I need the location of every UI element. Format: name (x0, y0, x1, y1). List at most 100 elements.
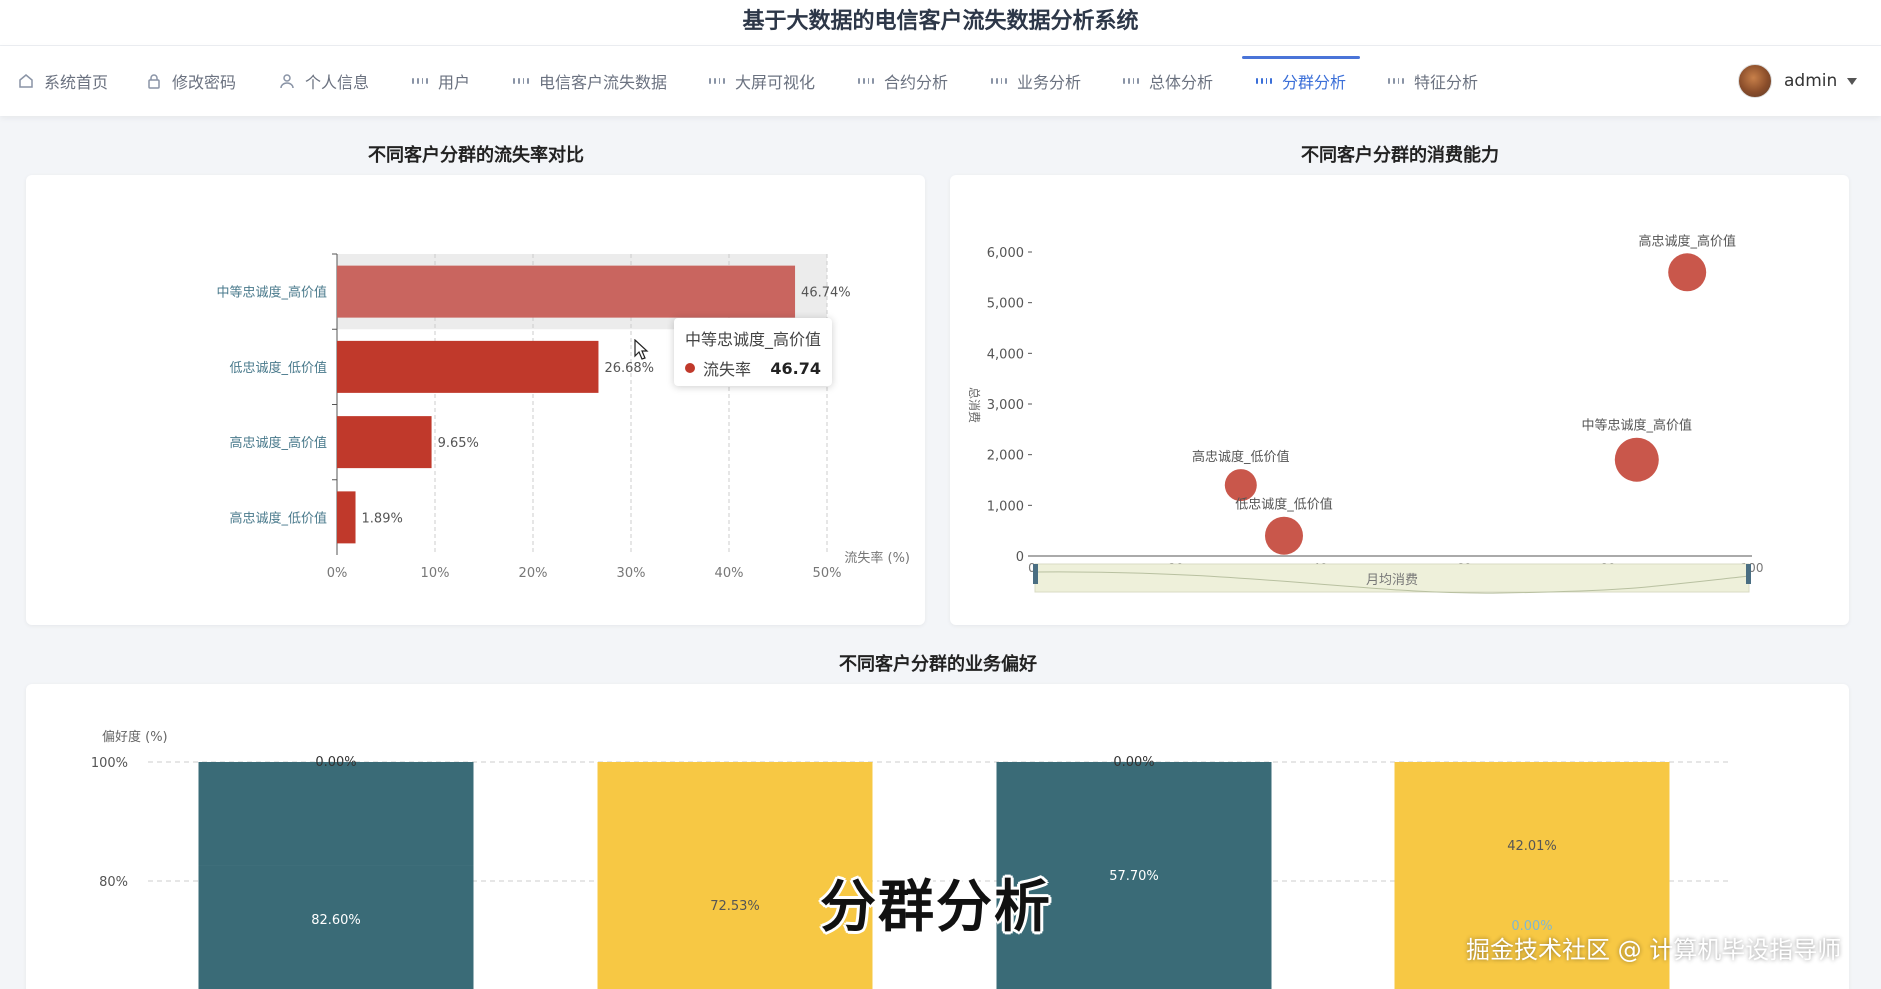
nav-item-overall-analysis[interactable]: 总体分析 (1123, 46, 1213, 116)
scatter-point (1224, 469, 1257, 502)
y-tick-label: 5,000 (987, 297, 1024, 312)
bar-value-label: 26.68% (604, 361, 654, 376)
churn-chart-card: 0% 10% 20% 30% 40% 50% 流失率 (%) 中等忠诚度_高价值 46.74% 低… (26, 175, 925, 625)
scatter-point (1265, 516, 1303, 555)
y-tick-label: 1,000 (987, 499, 1024, 514)
nav-label: 特征分析 (1414, 73, 1479, 92)
grid-icon (858, 73, 874, 89)
watermark: 掘金技术社区 @ 计算机毕设指导师 (1466, 936, 1842, 964)
churn-rate-bar-chart[interactable]: 0% 10% 20% 30% 40% 50%流失率 (%) 中等忠诚度_高价值 46.74% 低… (26, 175, 925, 625)
y-tick-label: 80% (99, 875, 128, 890)
grid-icon (513, 73, 529, 89)
x-tick-label: 40% (715, 566, 744, 581)
y-tick-label: 2,000 (987, 449, 1024, 464)
nav-label: 系统首页 (44, 73, 109, 92)
nav-item-profile[interactable]: 个人信息 (279, 46, 369, 116)
segment-label: 72.53% (710, 899, 760, 914)
y-tick-label: 0 (1016, 550, 1024, 565)
nav-item-change-password[interactable]: 修改密码 (146, 46, 236, 116)
scatter-point (1614, 437, 1659, 482)
y-tick-label: 6,000 (987, 246, 1024, 261)
zoom-slider-left-handle (1033, 564, 1038, 584)
nav-item-home[interactable]: 系统首页 (18, 46, 108, 116)
grid-icon (991, 73, 1007, 89)
y-tick-label: 100% (91, 756, 128, 771)
x-axis-label: 流失率 (%) (844, 550, 910, 566)
nav-item-churn-data[interactable]: 电信客户流失数据 (513, 46, 667, 116)
video-caption: 分群分析 (820, 875, 1052, 940)
nav-label: 用户 (438, 73, 471, 92)
bar-value-label: 9.65% (438, 436, 479, 451)
zoom-slider-right-handle (1746, 564, 1751, 584)
y-axis-label: 偏好度 (%) (102, 729, 168, 745)
grid-icon (1388, 73, 1404, 89)
y-axis-label: 总消费 (967, 387, 981, 423)
y-tick-label: 高忠诚度_高价值 (229, 435, 327, 451)
spend-chart-card: 01,0002,0003,0004,0005,0006,000总消费020406… (950, 175, 1849, 625)
nav-label: 修改密码 (172, 73, 237, 92)
bar (337, 491, 356, 544)
nav-item-service-analysis[interactable]: 业务分析 (991, 46, 1081, 116)
nav-item-feature-analysis[interactable]: 特征分析 (1388, 46, 1478, 116)
app-title: 基于大数据的电信客户流失数据分析系统 (0, 0, 1881, 46)
nav-item-users[interactable]: 用户 (412, 46, 470, 116)
churn-chart-title: 不同客户分群的流失率对比 (368, 145, 584, 166)
series-dot (685, 363, 695, 373)
spend-chart-title: 不同客户分群的消费能力 (1301, 145, 1499, 166)
x-tick-label: 10% (421, 566, 450, 581)
bar (337, 416, 432, 469)
preference-chart-title: 不同客户分群的业务偏好 (839, 654, 1037, 675)
x-axis-label: 月均消费 (1366, 573, 1418, 588)
spend-scatter-chart[interactable]: 01,0002,0003,0004,0005,0006,000总消费020406… (950, 175, 1849, 625)
grid-icon (412, 73, 428, 89)
top-navbar: 系统首页 修改密码 个人信息 用户 电信客户流失数据 大屏可视化 合约分析 业务… (0, 46, 1881, 116)
caret-down-icon (1847, 77, 1858, 85)
point-label: 低忠诚度_低价值 (1235, 497, 1333, 513)
bar (337, 265, 796, 318)
nav-label: 分群分析 (1282, 73, 1347, 92)
nav-label: 个人信息 (305, 73, 370, 92)
x-tick-label: 30% (617, 566, 646, 581)
nav-label: 业务分析 (1017, 73, 1082, 92)
stacked-bar-segment (198, 762, 474, 866)
nav-item-contract-analysis[interactable]: 合约分析 (858, 46, 948, 116)
user-menu[interactable]: admin (1738, 46, 1858, 116)
x-tick-label: 50% (813, 566, 842, 581)
user-icon (279, 73, 295, 89)
chart-tooltip: 中等忠诚度_高价值 流失率 46.74 (674, 318, 832, 386)
tooltip-title: 中等忠诚度_高价值 (685, 330, 822, 349)
username: admin (1784, 71, 1838, 91)
scatter-point (1668, 253, 1707, 292)
tooltip-row: 流失率 46.74 (685, 356, 821, 380)
avatar (1738, 64, 1772, 98)
grid-icon (1123, 73, 1139, 89)
segment-label: 0.00% (315, 755, 356, 770)
bar-value-label: 1.89% (362, 511, 403, 526)
nav-label: 电信客户流失数据 (539, 73, 668, 92)
tooltip-value: 46.74 (770, 358, 821, 378)
nav-item-dashboard[interactable]: 大屏可视化 (709, 46, 815, 116)
bar-value-label: 46.74% (801, 286, 851, 301)
mouse-cursor-icon (634, 339, 649, 360)
x-tick-label: 20% (519, 566, 548, 581)
segment-label: 82.60% (311, 913, 361, 928)
segment-label: 0.00% (1113, 755, 1154, 770)
home-icon (18, 73, 34, 89)
y-tick-label: 3,000 (987, 398, 1024, 413)
y-tick-label: 高忠诚度_低价值 (229, 510, 327, 526)
point-label: 高忠诚度_低价值 (1192, 449, 1290, 465)
nav-label: 合约分析 (884, 73, 949, 92)
y-tick-label: 4,000 (987, 347, 1024, 362)
point-label: 中等忠诚度_高价值 (1582, 418, 1693, 434)
nav-label: 总体分析 (1149, 73, 1214, 92)
grid-icon (1256, 73, 1272, 89)
lock-icon (146, 73, 162, 89)
point-label: 高忠诚度_高价值 (1638, 233, 1736, 249)
y-tick-label: 中等忠诚度_高价值 (216, 285, 327, 301)
segment-label: 57.70% (1109, 869, 1159, 884)
x-tick-label: 0% (327, 566, 348, 581)
nav-item-segment-analysis[interactable]: 分群分析 (1241, 46, 1361, 116)
segment-label: 42.01% (1507, 839, 1557, 854)
grid-icon (709, 73, 725, 89)
bar (337, 340, 599, 393)
